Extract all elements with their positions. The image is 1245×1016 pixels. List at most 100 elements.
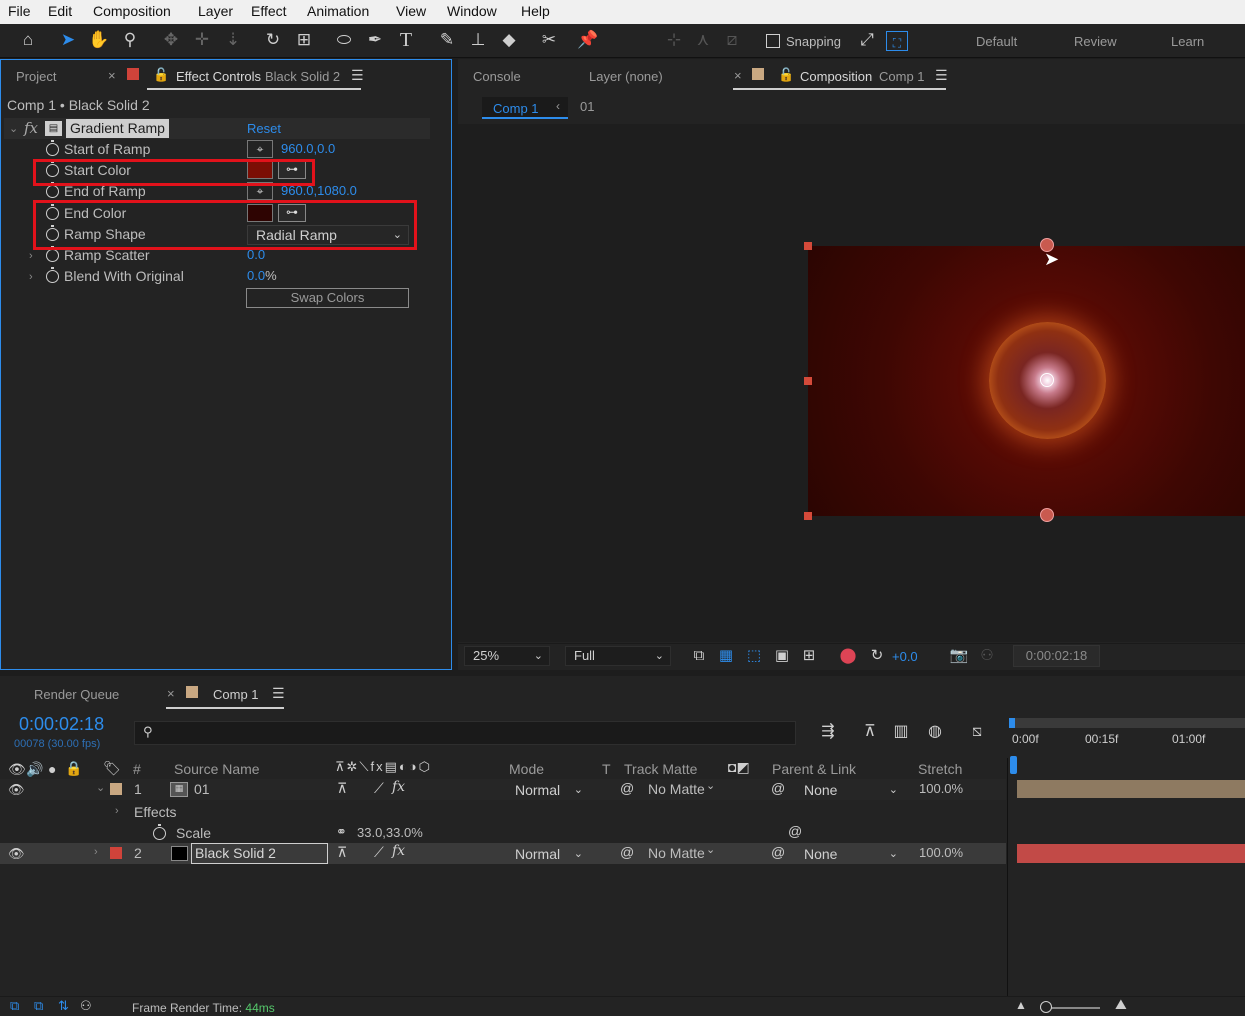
lock-icon[interactable]: 🔓 [153, 67, 169, 83]
shy-switch-icon[interactable]: ⊼ [337, 844, 347, 861]
matte-pickwhip-icon[interactable]: @ [620, 780, 634, 796]
axis-local-icon[interactable]: ⊹ [663, 29, 685, 51]
dolly-camera-icon[interactable]: ⇣ [222, 29, 244, 51]
show-snapshot-icon[interactable]: ⚇ [976, 645, 998, 667]
fx-switch-icon[interactable]: fx [392, 779, 405, 795]
fx-toggle-icon[interactable]: fx [24, 119, 38, 137]
eraser-tool-icon[interactable]: ◆ [498, 29, 520, 51]
frame-blending-icon[interactable]: ▥ [890, 721, 912, 743]
column-parent-link[interactable]: Parent & Link [772, 761, 856, 777]
stopwatch-icon[interactable] [46, 267, 59, 283]
audio-icon[interactable]: 🔊 [26, 761, 43, 778]
constrain-proportions-icon[interactable]: ⚭ [336, 824, 347, 840]
pen-tool-icon[interactable]: ✒ [364, 29, 386, 51]
pan-behind-icon[interactable]: ⊞ [293, 29, 315, 51]
quality-switch-icon[interactable]: ⟋ [374, 844, 384, 861]
tab-effect-controls[interactable]: Effect Controls [176, 69, 261, 84]
transparency-grid-icon[interactable]: ▦ [715, 645, 737, 667]
snapping-checkbox[interactable] [766, 34, 780, 48]
menu-file[interactable]: File [8, 3, 31, 19]
viewer-timecode[interactable]: 0:00:02:18 [1013, 645, 1100, 667]
swap-colors-button[interactable]: Swap Colors [246, 288, 409, 308]
prop-value-start-of-ramp[interactable]: 960.0,0.0 [281, 141, 335, 156]
quality-switch-icon[interactable]: ⟋ [374, 780, 384, 797]
effects-label[interactable]: Effects [134, 804, 177, 820]
tab-layer[interactable]: Layer (none) [589, 69, 663, 84]
layer-label-color[interactable] [110, 847, 122, 859]
axis-view-icon[interactable]: ⧄ [721, 29, 743, 51]
playhead[interactable] [1010, 756, 1017, 774]
mode-dropdown[interactable]: Normal ⌄ [506, 780, 590, 800]
tab-comp[interactable]: Comp 1 [213, 687, 259, 702]
pan-camera-icon[interactable]: ✛ [191, 29, 213, 51]
reset-exposure-icon[interactable]: ↻ [866, 645, 888, 667]
channels-icon[interactable]: ⬤ [837, 645, 859, 667]
layer-handle[interactable] [804, 512, 812, 520]
menu-layer[interactable]: Layer [198, 3, 233, 19]
tab-render-queue[interactable]: Render Queue [34, 687, 119, 702]
comp-nav-current[interactable]: Comp 1 ‹ [482, 97, 568, 119]
orbit-camera-icon[interactable]: ✥ [160, 29, 182, 51]
menu-edit[interactable]: Edit [48, 3, 72, 19]
twirl-closed-icon[interactable]: › [94, 846, 98, 858]
layer-bar-2[interactable] [1017, 844, 1245, 863]
zoom-slider-handle[interactable] [1040, 1001, 1052, 1013]
type-tool-icon[interactable]: T [395, 29, 417, 51]
menu-animation[interactable]: Animation [307, 3, 369, 19]
layer-handle[interactable] [804, 377, 812, 385]
close-tab-icon[interactable]: × [108, 68, 116, 83]
menu-effect[interactable]: Effect [251, 3, 287, 19]
work-area-start[interactable] [1009, 718, 1015, 728]
stretch-value[interactable]: 100.0% [919, 845, 963, 860]
brush-tool-icon[interactable]: ✎ [436, 29, 458, 51]
reset-link[interactable]: Reset [247, 121, 281, 136]
timeline-search-input[interactable]: ⚲ [134, 721, 796, 745]
exposure-value[interactable]: +0.0 [892, 649, 918, 664]
in-out-toggle-icon[interactable]: ⇅ [58, 998, 69, 1014]
snap-edges-icon[interactable]: ⤢ [856, 29, 878, 51]
ellipse-tool-icon[interactable]: ⬭ [333, 29, 355, 51]
menu-window[interactable]: Window [447, 3, 497, 19]
zoom-in-icon[interactable]: ⛰ [1115, 996, 1127, 1013]
current-time[interactable]: 0:00:02:18 [19, 714, 104, 735]
rotate-tool-icon[interactable]: ↻ [262, 29, 284, 51]
tab-composition[interactable]: Composition [800, 69, 872, 84]
shy-switch-icon[interactable]: ⊼ [337, 780, 347, 797]
effect-name[interactable]: Gradient Ramp [66, 119, 169, 138]
column-source-name[interactable]: Source Name [174, 761, 260, 777]
mode-dropdown[interactable]: Normal ⌄ [506, 844, 590, 864]
parent-dropdown[interactable]: None ⌄ [795, 844, 905, 864]
axis-world-icon[interactable]: ⋏ [692, 29, 714, 51]
prop-value-blend-with-original[interactable]: 0.0% [247, 268, 277, 283]
fx-switch-icon[interactable]: fx [392, 843, 405, 859]
modes-toggle-icon[interactable]: ⧉ [34, 998, 43, 1014]
close-tab-icon[interactable]: × [734, 68, 742, 83]
panel-menu-icon[interactable]: ☰ [272, 685, 285, 702]
roto-brush-icon[interactable]: ✂ [538, 29, 560, 51]
resolution-dropdown[interactable]: Full ⌄ [565, 646, 671, 666]
close-tab-icon[interactable]: × [167, 686, 175, 701]
stopwatch-icon[interactable] [153, 824, 166, 840]
layer-handle[interactable] [804, 242, 812, 250]
track-matte-value[interactable]: No Matte [648, 845, 705, 861]
hand-tool-icon[interactable]: ✋ [88, 29, 110, 51]
home-icon[interactable]: ⌂ [17, 29, 39, 51]
snap-features-icon[interactable]: ⛶ [886, 31, 908, 51]
label-tag-icon[interactable]: 🏷 [103, 760, 121, 777]
track-matte-value[interactable]: No Matte [648, 781, 705, 797]
scale-value[interactable]: 33.0,33.0% [357, 825, 423, 840]
menu-composition[interactable]: Composition [93, 3, 171, 19]
tab-console[interactable]: Console [473, 69, 521, 84]
workspace-default[interactable]: Default [976, 34, 1017, 49]
fast-previews-icon[interactable]: ⧉ [688, 645, 710, 667]
menu-view[interactable]: View [396, 3, 426, 19]
puppet-pin-icon[interactable]: 📌 [577, 29, 599, 51]
layer-bar-1[interactable] [1017, 780, 1245, 798]
anchor-point-icon[interactable] [1040, 373, 1054, 387]
snapshot-icon[interactable]: 📷 [948, 645, 970, 667]
column-stretch[interactable]: Stretch [918, 761, 962, 777]
comp-mini-flowchart-icon[interactable]: ⇶ [817, 721, 839, 743]
point-crosshair-icon[interactable]: ⌖ [247, 140, 273, 158]
chevron-down-icon[interactable]: ⌄ [706, 779, 715, 792]
zoom-dropdown[interactable]: 25% ⌄ [464, 646, 550, 666]
